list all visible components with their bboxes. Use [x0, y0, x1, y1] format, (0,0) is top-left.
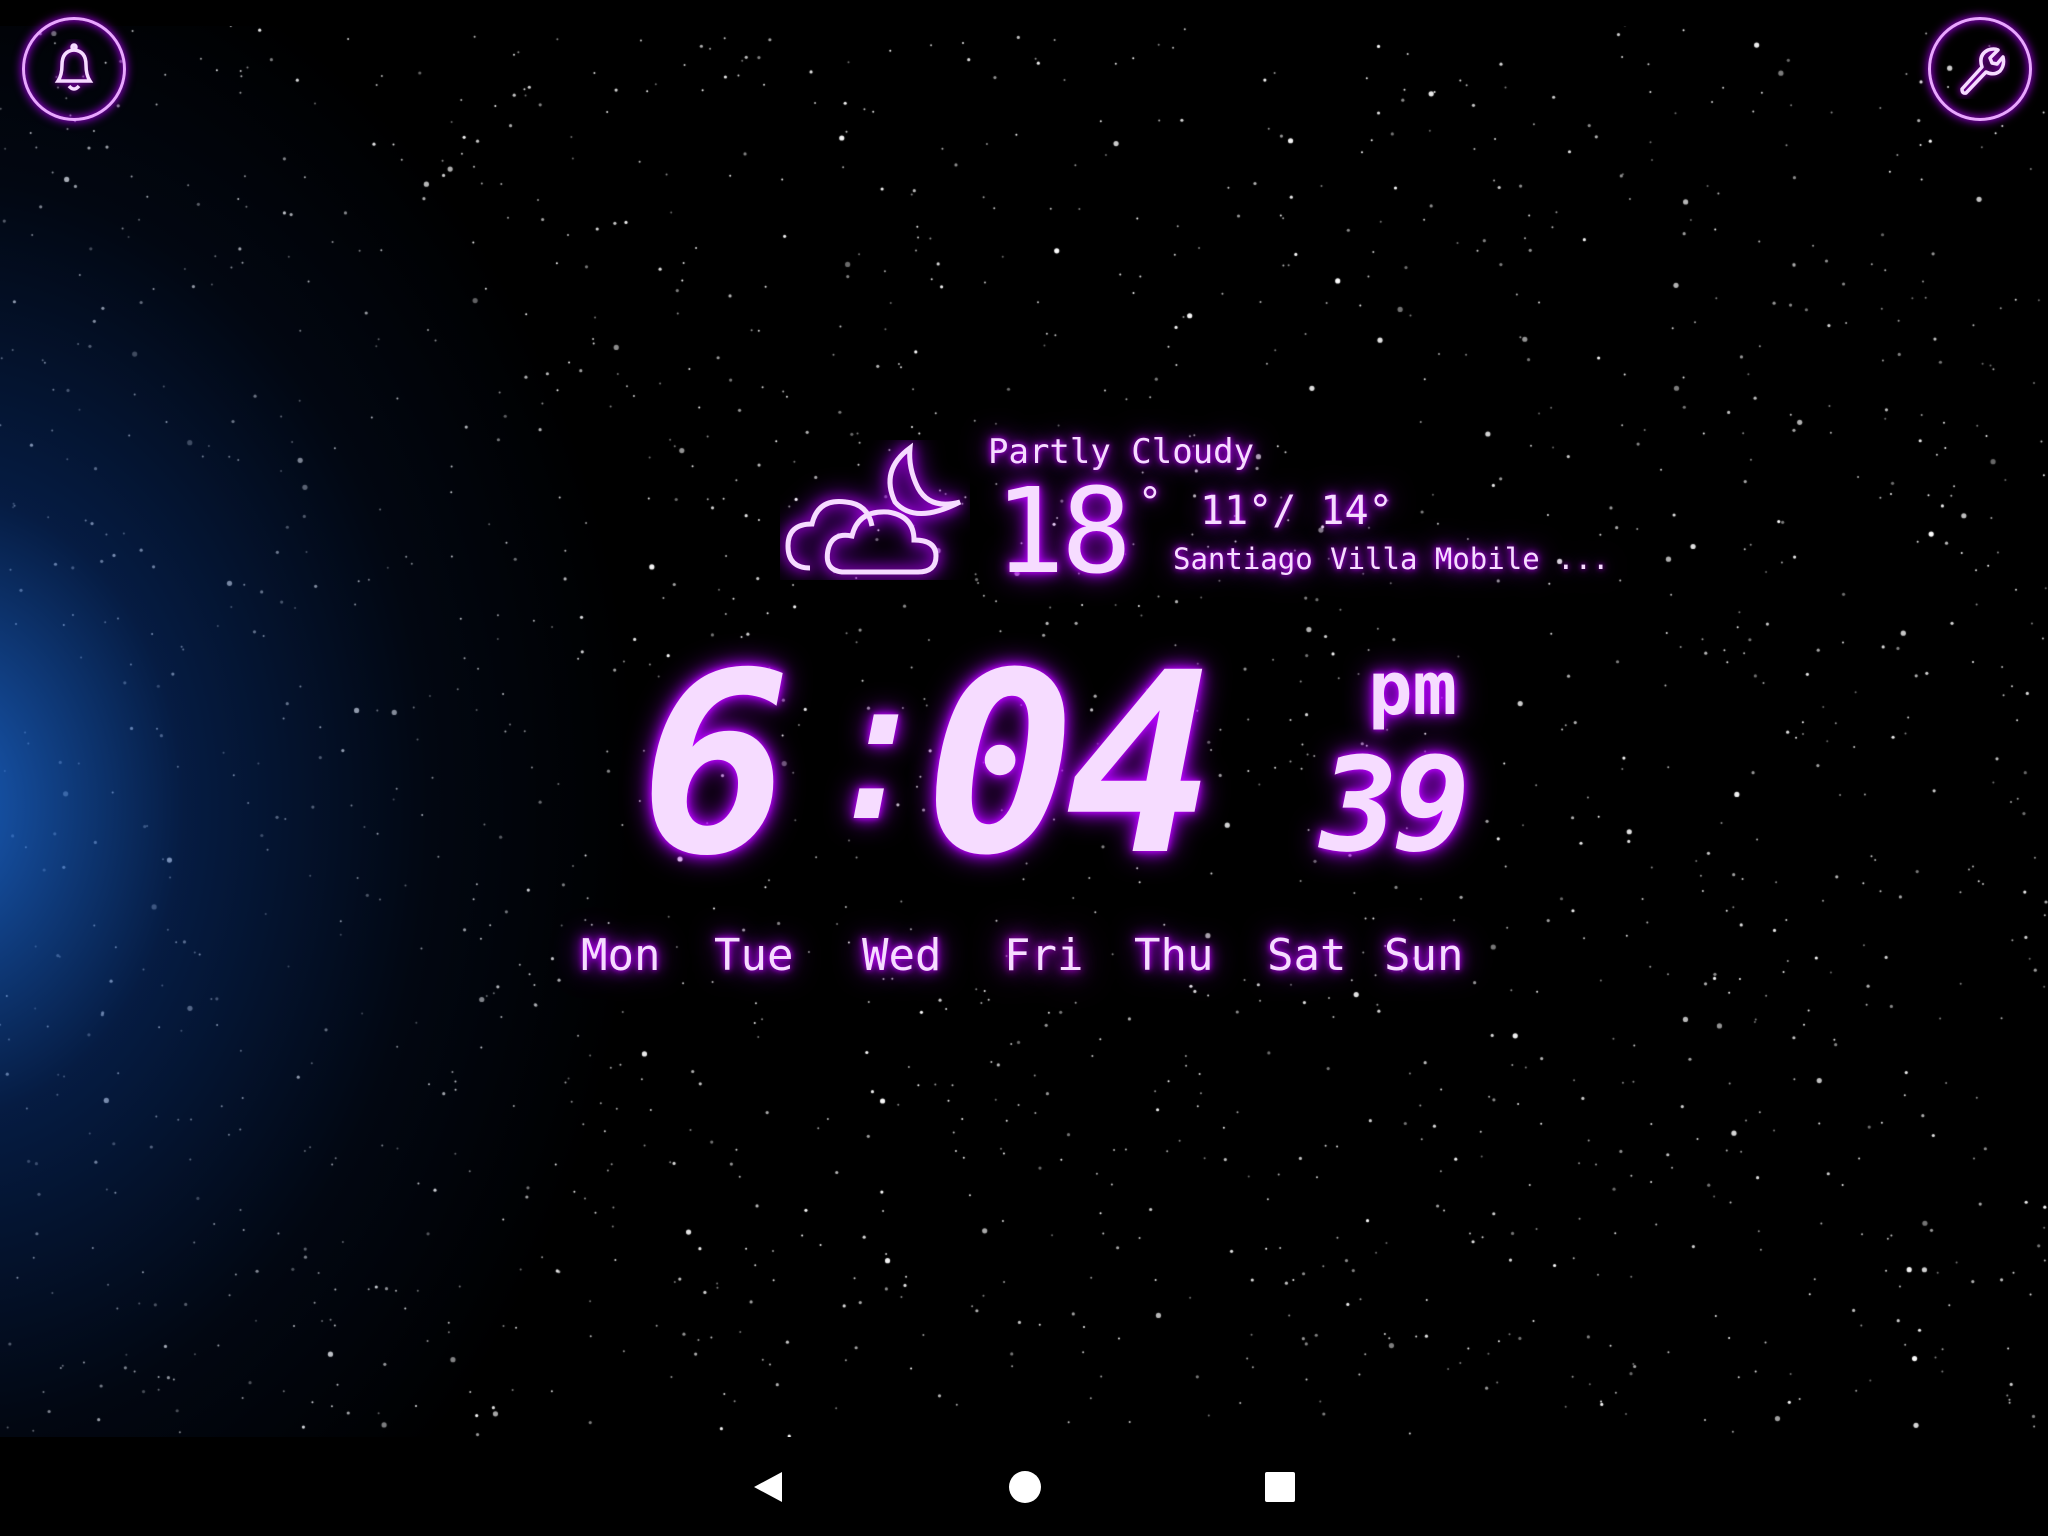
left-blue-glow — [0, 26, 716, 1437]
low-high-temperature: 11°/ 14° — [1200, 488, 1393, 534]
status-bar — [0, 0, 2048, 26]
weather-location: Santiago Villa Mobile ... — [1173, 542, 1610, 576]
day-mon: Mon — [581, 930, 661, 981]
recents-square-icon[interactable] — [1265, 1472, 1295, 1502]
clock-minutes: 04 — [925, 619, 1216, 910]
wrench-icon — [1960, 47, 2006, 95]
alarm-button[interactable] — [22, 17, 126, 121]
current-temperature: 18 — [994, 462, 1132, 600]
day-sun: Sun — [1384, 930, 1464, 981]
clock-hours: 6 — [640, 619, 791, 910]
home-circle-icon[interactable] — [1008, 1470, 1042, 1504]
back-triangle-icon[interactable] — [752, 1470, 784, 1504]
day-tue: Tue — [714, 930, 794, 981]
settings-button[interactable] — [1928, 17, 2032, 121]
bell-icon — [54, 43, 94, 91]
day-fri-active: Fri — [1004, 930, 1084, 981]
day-wed: Wed — [862, 930, 942, 981]
navigation-bar — [0, 1437, 2048, 1536]
day-sat: Sat — [1267, 930, 1347, 981]
clock-ampm: pm — [1368, 646, 1458, 732]
degree-symbol: ° — [1140, 480, 1160, 526]
clock-seconds: 39 — [1320, 729, 1471, 881]
day-thu: Thu — [1134, 930, 1214, 981]
partly-cloudy-night-icon — [785, 442, 962, 575]
clock-separator: : — [820, 633, 941, 866]
